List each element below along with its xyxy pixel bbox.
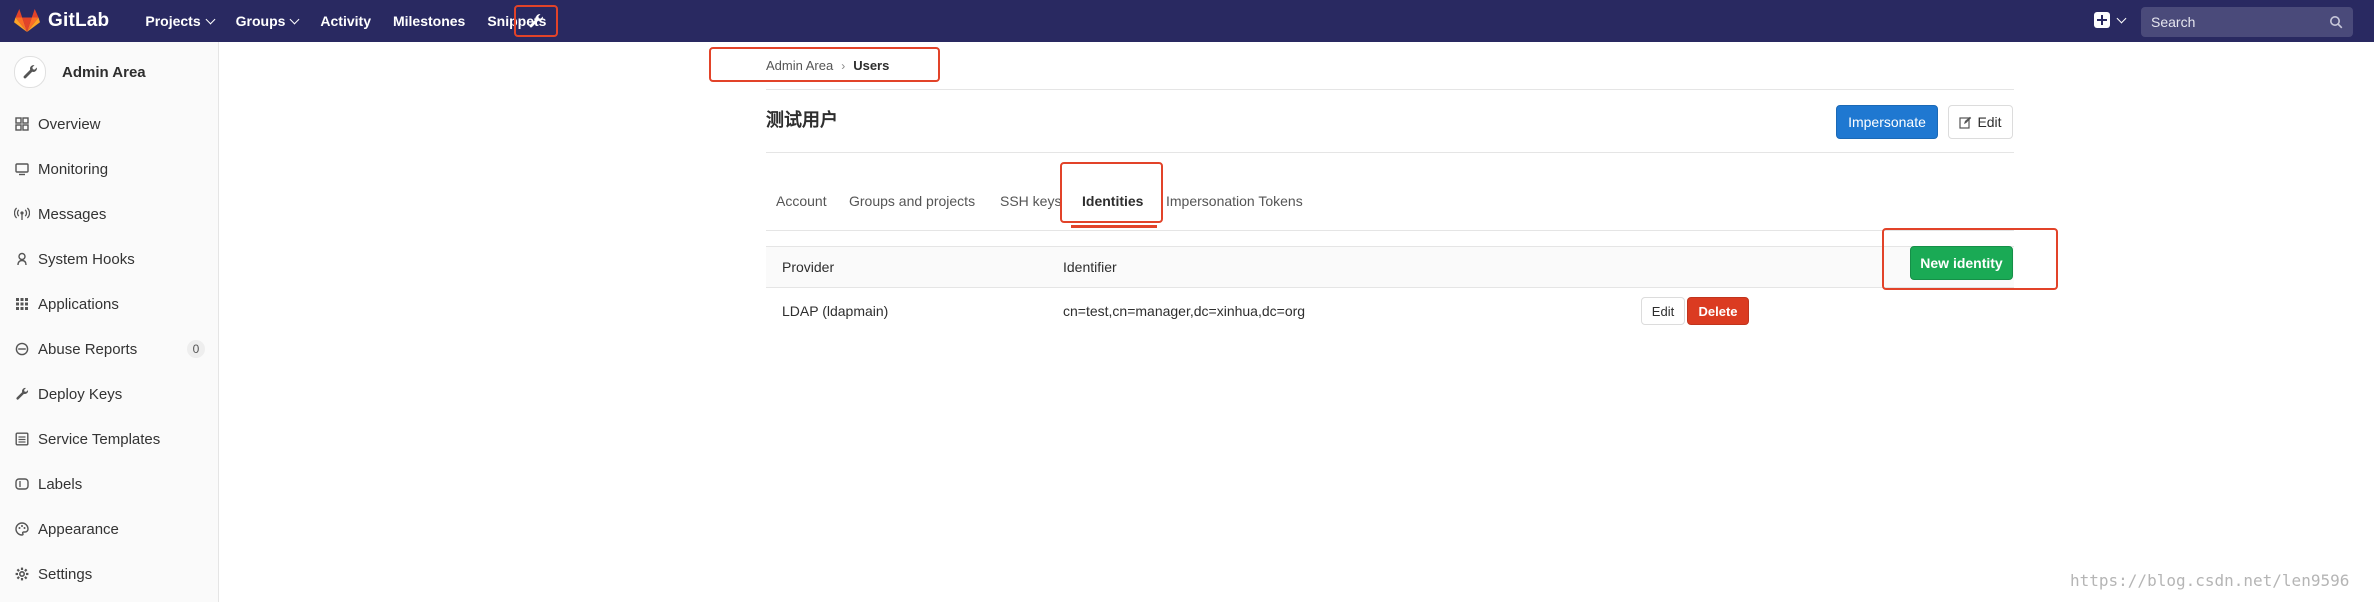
key-icon bbox=[14, 386, 30, 402]
edit-icon bbox=[1959, 116, 1972, 129]
breadcrumb: Admin Area › Users bbox=[766, 58, 889, 73]
sidebar-item-label: Applications bbox=[38, 295, 119, 313]
nav-groups-label: Groups bbox=[235, 13, 286, 29]
sidebar-item-label: Messages bbox=[38, 205, 107, 223]
nav-projects[interactable]: Projects bbox=[145, 13, 216, 29]
chevron-down-icon bbox=[289, 14, 300, 24]
divider bbox=[766, 152, 2014, 153]
chevron-down-icon bbox=[2116, 13, 2127, 23]
sidebar-item-label: Deploy Keys bbox=[38, 385, 123, 403]
sidebar-item-label: Settings bbox=[38, 565, 93, 583]
active-tab-indicator bbox=[1071, 225, 1157, 228]
sidebar-item-deploy-keys[interactable]: Deploy Keys bbox=[0, 376, 219, 412]
sidebar-item-label: Monitoring bbox=[38, 160, 109, 178]
wrench-icon bbox=[14, 56, 46, 88]
tab-account[interactable]: Account bbox=[776, 178, 827, 224]
row-identifier: cn=test,cn=manager,dc=xinhua,dc=org bbox=[1063, 303, 1306, 319]
edit-user-button[interactable]: Edit bbox=[1948, 105, 2013, 139]
sidebar-item-label: Appearance bbox=[38, 520, 119, 538]
sidebar-item-monitoring[interactable]: Monitoring bbox=[0, 151, 219, 187]
divider bbox=[766, 89, 2014, 90]
hook-icon bbox=[14, 251, 30, 267]
admin-area-button[interactable] bbox=[514, 5, 558, 37]
user-tabs: Account Groups and projects SSH keys Ide… bbox=[766, 178, 2014, 231]
impersonate-button[interactable]: Impersonate bbox=[1836, 105, 1938, 139]
search-placeholder: Search bbox=[2151, 14, 2196, 30]
sidebar-item-labels[interactable]: Labels bbox=[0, 466, 219, 502]
sidebar-item-label: Abuse Reports bbox=[38, 340, 138, 358]
column-provider: Provider bbox=[782, 259, 835, 275]
row-provider: LDAP (ldapmain) bbox=[782, 303, 889, 319]
brand[interactable]: GitLab bbox=[14, 0, 109, 42]
nav-activity[interactable]: Activity bbox=[320, 13, 371, 29]
nav-groups[interactable]: Groups bbox=[235, 13, 300, 29]
breadcrumb-users[interactable]: Users bbox=[853, 58, 889, 73]
chevron-down-icon bbox=[205, 14, 216, 24]
sidebar-header[interactable]: Admin Area bbox=[0, 42, 218, 102]
sidebar-item-service-templates[interactable]: Service Templates bbox=[0, 421, 219, 457]
sidebar-item-label: System Hooks bbox=[38, 250, 135, 268]
wrench-icon bbox=[529, 14, 543, 28]
new-dropdown-button[interactable] bbox=[2094, 12, 2127, 28]
palette-icon bbox=[14, 521, 30, 537]
tab-ssh-keys[interactable]: SSH keys bbox=[1000, 178, 1061, 224]
abuse-count-badge: 0 bbox=[187, 340, 205, 358]
sidebar-item-system-hooks[interactable]: System Hooks bbox=[0, 241, 219, 277]
top-navbar: GitLab Projects Groups Activity Mileston… bbox=[0, 0, 2374, 42]
admin-sidebar: Admin Area Overview Monitoring Messages … bbox=[0, 42, 219, 602]
main-nav: Projects Groups Activity Milestones Snip… bbox=[145, 0, 568, 42]
sidebar-item-label: Service Templates bbox=[38, 430, 161, 448]
template-icon bbox=[14, 431, 30, 447]
column-identifier: Identifier bbox=[1063, 259, 1117, 275]
edit-user-label: Edit bbox=[1977, 114, 2002, 130]
gitlab-logo-icon bbox=[14, 9, 40, 32]
plus-square-icon bbox=[2094, 12, 2110, 28]
identities-table-header: Provider Identifier bbox=[766, 246, 2014, 288]
abuse-icon bbox=[14, 341, 30, 357]
applications-icon bbox=[14, 296, 30, 312]
sidebar-item-label: Overview bbox=[38, 115, 101, 133]
sidebar-item-applications[interactable]: Applications bbox=[0, 286, 219, 322]
breadcrumb-admin-area[interactable]: Admin Area bbox=[766, 58, 833, 73]
edit-identity-button[interactable]: Edit bbox=[1641, 297, 1685, 325]
sidebar-item-label: Labels bbox=[38, 475, 83, 493]
gear-icon bbox=[14, 566, 30, 582]
nav-milestones[interactable]: Milestones bbox=[393, 13, 465, 29]
chevron-right-icon: › bbox=[841, 58, 846, 73]
broadcast-icon bbox=[14, 206, 30, 222]
search-input[interactable]: Search bbox=[2141, 7, 2353, 37]
delete-identity-button[interactable]: Delete bbox=[1687, 297, 1749, 325]
brand-name: GitLab bbox=[48, 10, 110, 31]
labels-icon bbox=[14, 476, 30, 492]
tab-impersonation-tokens[interactable]: Impersonation Tokens bbox=[1166, 178, 1303, 224]
watermark: https://blog.csdn.net/len9596 bbox=[2070, 571, 2350, 590]
sidebar-item-abuse-reports[interactable]: Abuse Reports 0 bbox=[0, 331, 219, 367]
page-title: 测试用户 bbox=[766, 110, 838, 130]
overview-icon bbox=[14, 116, 30, 132]
sidebar-item-messages[interactable]: Messages bbox=[0, 196, 219, 232]
annotation-highlight-identities-tab bbox=[1060, 162, 1163, 223]
search-icon bbox=[2330, 16, 2343, 29]
sidebar-title: Admin Area bbox=[62, 63, 146, 81]
nav-projects-label: Projects bbox=[145, 13, 201, 29]
sidebar-item-settings[interactable]: Settings bbox=[0, 556, 219, 592]
monitor-icon bbox=[14, 161, 30, 177]
tab-groups-and-projects[interactable]: Groups and projects bbox=[849, 178, 975, 224]
annotation-highlight-new-identity bbox=[1882, 228, 2058, 290]
sidebar-item-overview[interactable]: Overview bbox=[0, 106, 219, 142]
sidebar-item-appearance[interactable]: Appearance bbox=[0, 511, 219, 547]
